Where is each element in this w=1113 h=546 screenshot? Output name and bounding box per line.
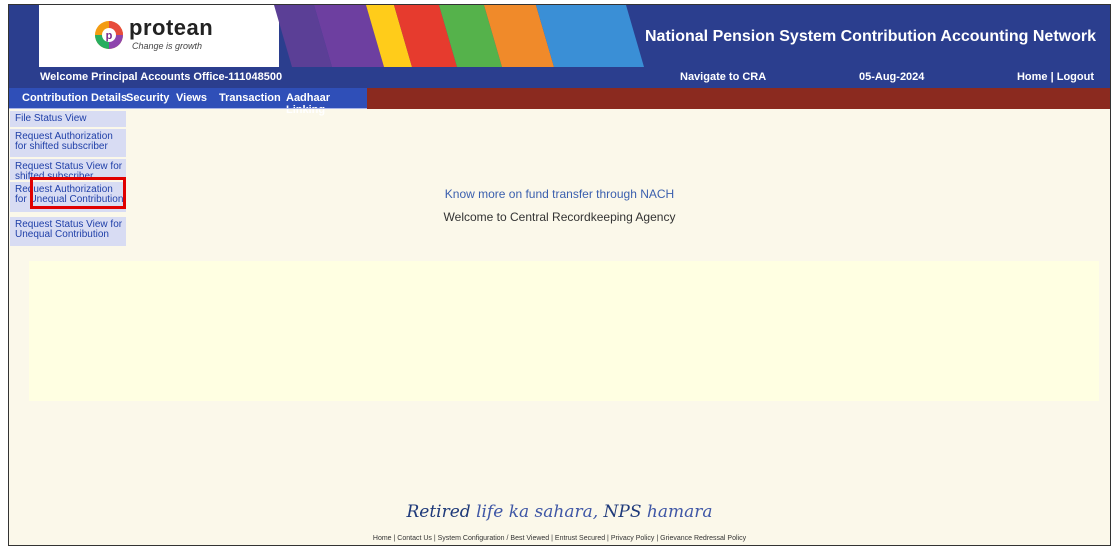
svg-text:p: p bbox=[106, 30, 113, 42]
footer-link-home[interactable]: Home bbox=[373, 535, 392, 542]
tagline-part-2: life ka sahara, bbox=[476, 502, 604, 522]
notice-panel bbox=[29, 261, 1099, 401]
nach-info-link[interactable]: Know more on fund transfer through NACH bbox=[9, 187, 1110, 201]
main-menu-bar: Contribution Details Security Views Tran… bbox=[9, 88, 1110, 116]
footer-link-privacy[interactable]: Privacy Policy bbox=[611, 535, 655, 542]
welcome-bar: Welcome Principal Accounts Office-111048… bbox=[9, 67, 1110, 88]
home-link[interactable]: Home bbox=[1017, 71, 1048, 83]
logo[interactable]: p protean Change is growth bbox=[39, 5, 279, 67]
welcome-text: Welcome Principal Accounts Office-111048… bbox=[40, 71, 283, 83]
current-date: 05-Aug-2024 bbox=[859, 71, 925, 83]
submenu-request-authorization-shifted[interactable]: Request Authorization for shifted subscr… bbox=[10, 129, 126, 157]
menu-contribution-details[interactable]: Contribution Details bbox=[22, 92, 127, 104]
welcome-cra-text: Welcome to Central Recordkeeping Agency bbox=[443, 210, 676, 224]
nps-tagline: Retired life ka sahara, NPS hamara bbox=[9, 502, 1110, 522]
tagline-part-4: hamara bbox=[646, 502, 713, 522]
logo-text: protean bbox=[129, 15, 214, 40]
menu-items-area: Contribution Details Security Views Tran… bbox=[9, 88, 367, 116]
protean-logo-icon: p bbox=[95, 21, 123, 49]
footer-link-grievance[interactable]: Grievance Redressal Policy bbox=[660, 535, 746, 542]
menu-security[interactable]: Security bbox=[126, 92, 169, 104]
navigate-to-cra-link[interactable]: Navigate to CRA bbox=[680, 71, 766, 83]
home-logout-links: Home | Logout bbox=[1017, 71, 1094, 83]
link-separator: | bbox=[1047, 71, 1057, 83]
logout-link[interactable]: Logout bbox=[1057, 71, 1094, 83]
page-frame: p protean Change is growth National Pens… bbox=[8, 4, 1111, 546]
tagline-part-1: Retired bbox=[406, 502, 477, 522]
menu-transaction[interactable]: Transaction bbox=[219, 92, 281, 104]
highlight-box bbox=[30, 177, 126, 209]
menu-views[interactable]: Views bbox=[176, 92, 207, 104]
menu-underline bbox=[9, 108, 367, 109]
decorative-stripes bbox=[274, 5, 644, 67]
header-banner: p protean Change is growth National Pens… bbox=[9, 5, 1110, 67]
footer-links: Home | Contact Us | System Configuration… bbox=[9, 535, 1110, 542]
footer-link-system-config[interactable]: System Configuration / Best Viewed bbox=[438, 535, 550, 542]
submenu-file-status-view[interactable]: File Status View bbox=[10, 111, 126, 127]
logo-tagline: Change is growth bbox=[132, 41, 203, 51]
footer-link-contact[interactable]: Contact Us bbox=[397, 535, 432, 542]
footer-link-entrust[interactable]: Entrust Secured bbox=[555, 535, 605, 542]
site-title: National Pension System Contribution Acc… bbox=[645, 28, 1096, 45]
menu-aadhaar-linking[interactable]: Aadhaar Linking bbox=[286, 92, 367, 116]
tagline-part-3: NPS bbox=[603, 502, 647, 522]
